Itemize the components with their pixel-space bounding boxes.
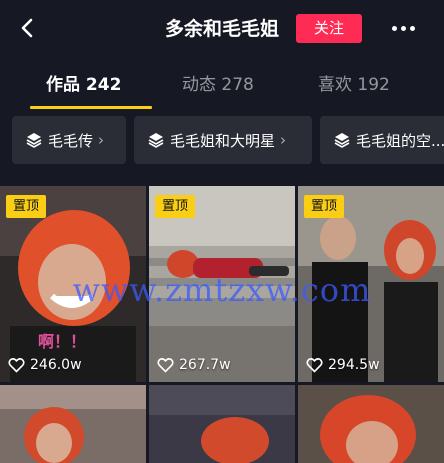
like-count-text: 246.0w [30,357,82,373]
collection-chip[interactable]: 毛毛姐和大明星 › [134,116,312,164]
collection-layers-icon [148,133,164,148]
chevron-right-icon: › [98,131,105,149]
video-thumbnail[interactable] [149,385,295,463]
tab-likes[interactable]: 喜欢 192 [318,72,390,98]
more-options-icon[interactable] [388,16,418,40]
like-count: 246.0w [8,356,82,374]
video-thumbnail[interactable] [0,385,146,463]
heart-icon [306,358,323,373]
like-count: 294.5w [306,356,380,374]
video-thumbnail[interactable]: 置顶 267.7w [149,186,295,382]
collection-layers-icon [334,133,350,148]
video-grid: 置顶 啊！！ 246.0w 置顶 267.7w 置顶 294.5w [0,186,444,463]
top-bar: 多余和毛毛姐 关注 [0,0,444,58]
heart-icon [8,358,25,373]
pinned-badge: 置顶 [6,195,47,218]
follow-button[interactable]: 关注 [296,14,362,43]
profile-tabs: 作品 242 动态 278 喜欢 192 [0,64,444,109]
collection-chip[interactable]: 毛毛传 › [12,116,126,164]
heart-icon [157,358,174,373]
like-count-text: 267.7w [179,357,231,373]
thumbnail-image [0,385,146,463]
collection-chips: 毛毛传 › 毛毛姐和大明星 › 毛毛姐的空... [0,116,444,164]
collection-layers-icon [26,133,42,148]
video-thumbnail[interactable]: 置顶 294.5w [298,186,444,382]
tab-works[interactable]: 作品 242 [46,72,121,98]
collection-label: 毛毛姐和大明星 [170,131,276,150]
chevron-right-icon: › [280,131,287,149]
profile-name: 多余和毛毛姐 [164,18,279,40]
video-thumbnail[interactable]: 置顶 啊！！ 246.0w [0,186,146,382]
video-thumbnail[interactable] [298,385,444,463]
collection-chip[interactable]: 毛毛姐的空... [320,116,444,164]
like-count-text: 294.5w [328,357,380,373]
like-count: 267.7w [157,356,231,374]
pinned-badge: 置顶 [155,195,196,218]
thumbnail-image [298,385,444,463]
tab-activity[interactable]: 动态 278 [182,72,254,98]
thumbnail-image [149,385,295,463]
active-tab-indicator [30,106,152,109]
collection-label: 毛毛传 [48,131,94,150]
back-arrow-icon[interactable] [14,14,42,42]
collection-label: 毛毛姐的空... [356,131,444,150]
pinned-badge: 置顶 [304,195,345,218]
video-caption: 啊！！ [38,332,87,351]
